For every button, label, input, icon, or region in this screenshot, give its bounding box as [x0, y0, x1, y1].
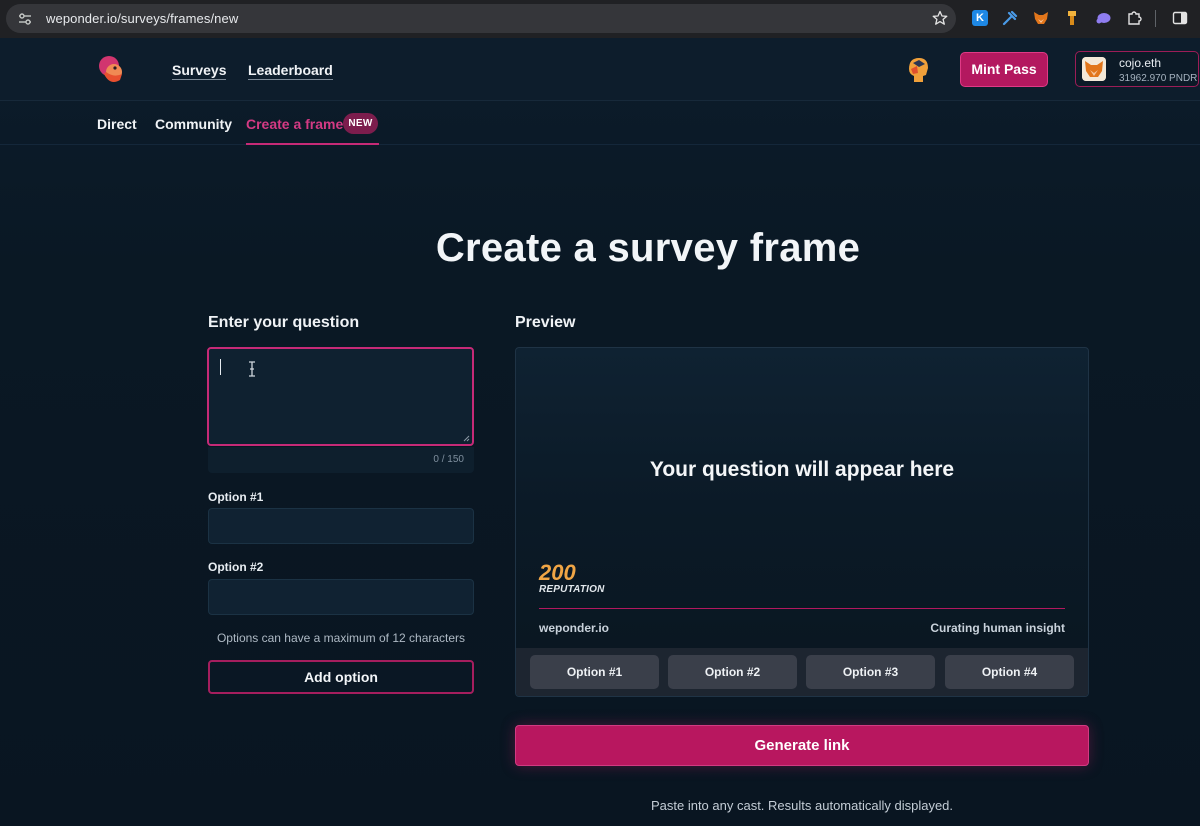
text-caret: [220, 359, 221, 375]
wallet-button[interactable]: cojo.eth 31962.970 PNDR: [1075, 51, 1199, 87]
option-1-label: Option #1: [208, 490, 264, 504]
preview-question-text: Your question will appear here: [649, 458, 955, 481]
head-avatar-icon[interactable]: [905, 55, 931, 85]
site-settings-icon[interactable]: [18, 12, 32, 26]
option-1-input[interactable]: [208, 508, 474, 544]
frame-preview-card: Your question will appear here 200 REPUT…: [515, 347, 1089, 697]
nav-surveys-link[interactable]: Surveys: [172, 62, 227, 80]
active-tab-indicator: [246, 143, 379, 145]
page: Surveys Leaderboard Mint Pass cojo.eth 3…: [0, 38, 1200, 826]
tab-direct[interactable]: Direct: [97, 116, 137, 132]
toolbar-separator: [1155, 10, 1156, 27]
bookmark-extension-icon[interactable]: [1064, 10, 1080, 26]
wallet-balance: 31962.970 PNDR: [1119, 73, 1198, 84]
preview-tagline: Curating human insight: [930, 621, 1065, 635]
top-navigation: Surveys Leaderboard Mint Pass cojo.eth 3…: [0, 38, 1200, 101]
tab-community[interactable]: Community: [155, 116, 232, 132]
question-textarea[interactable]: [207, 347, 474, 446]
puzzle-icon[interactable]: [1126, 10, 1142, 26]
wallet-name: cojo.eth: [1119, 56, 1162, 70]
page-title: Create a survey frame: [435, 226, 861, 270]
metamask-avatar-icon: [1082, 57, 1106, 81]
add-option-button[interactable]: Add option: [208, 660, 474, 694]
weponder-logo-icon[interactable]: [96, 54, 126, 86]
bookmark-star-icon[interactable]: [932, 10, 948, 26]
character-counter: 0 / 150: [433, 454, 464, 465]
preview-option-1-button[interactable]: Option #1: [530, 655, 659, 689]
preview-option-2-button[interactable]: Option #2: [668, 655, 797, 689]
reputation-label: REPUTATION: [539, 584, 605, 595]
resize-handle-icon[interactable]: [463, 435, 470, 442]
preview-site-name: weponder.io: [539, 621, 610, 635]
question-label: Enter your question: [208, 314, 360, 331]
url-text[interactable]: weponder.io/surveys/frames/new: [46, 11, 238, 26]
sub-navigation: Direct Community Create a frame NEW: [0, 102, 1200, 145]
option-2-input[interactable]: [208, 579, 474, 615]
preview-label: Preview: [515, 314, 576, 331]
address-bar[interactable]: weponder.io/surveys/frames/new: [6, 4, 956, 33]
preview-option-3-button[interactable]: Option #3: [806, 655, 935, 689]
paste-note: Paste into any cast. Results automatical…: [650, 798, 954, 813]
reputation-value: 200: [539, 560, 576, 585]
side-panel-icon[interactable]: [1172, 10, 1188, 26]
metamask-icon[interactable]: [1033, 10, 1049, 26]
browser-toolbar: weponder.io/surveys/frames/new K: [0, 0, 1200, 38]
cloud-extension-icon[interactable]: [1095, 10, 1111, 26]
k-extension-icon[interactable]: K: [972, 10, 988, 26]
option-2-label: Option #2: [208, 560, 264, 574]
nav-leaderboard-link[interactable]: Leaderboard: [248, 62, 333, 80]
preview-option-4-button[interactable]: Option #4: [945, 655, 1074, 689]
preview-options-bar: Option #1 Option #2 Option #3 Option #4: [516, 648, 1088, 696]
tool-extension-icon[interactable]: [1002, 10, 1018, 26]
preview-divider: [539, 608, 1065, 609]
character-counter-bar: 0 / 150: [208, 447, 474, 473]
options-limit-note: Options can have a maximum of 12 charact…: [216, 631, 466, 645]
new-badge: NEW: [343, 113, 378, 134]
mint-pass-button[interactable]: Mint Pass: [960, 52, 1048, 87]
ibeam-cursor-icon: [249, 361, 255, 377]
tab-create-a-frame[interactable]: Create a frame: [246, 116, 343, 132]
generate-link-button[interactable]: Generate link: [515, 725, 1089, 766]
